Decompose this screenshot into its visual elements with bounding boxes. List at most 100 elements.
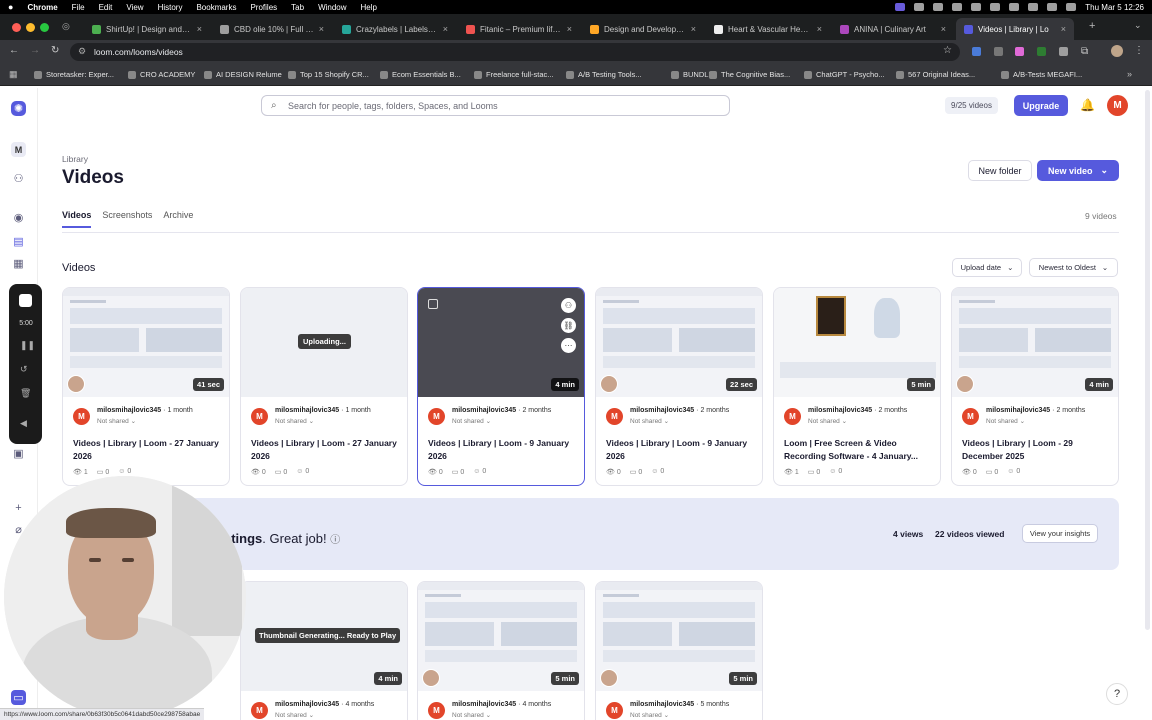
creator-avatar[interactable]: M: [962, 408, 979, 425]
menu-tab[interactable]: Tab: [291, 3, 304, 12]
watch-later-icon[interactable]: ▣: [11, 446, 26, 461]
control-center-icon[interactable]: [1066, 3, 1077, 11]
apps-grid-icon[interactable]: ▦: [9, 69, 18, 80]
share-icon[interactable]: ⚇: [561, 298, 576, 313]
extension-icon[interactable]: [1015, 47, 1024, 56]
notifications-bell-icon[interactable]: 🔔: [1080, 98, 1095, 112]
video-thumbnail[interactable]: 5 min: [418, 582, 584, 691]
creator-avatar[interactable]: M: [73, 408, 90, 425]
video-card[interactable]: Uploading... Mmilosmihajlovic345 · 1 mont…: [240, 287, 408, 486]
search-icon[interactable]: [1047, 3, 1058, 11]
close-tab-icon[interactable]: ×: [1061, 24, 1066, 34]
browser-tab[interactable]: Heart & Vascular Health ×: [706, 18, 830, 40]
creator-name[interactable]: milosmihajlovic345: [452, 701, 516, 708]
video-title[interactable]: Videos | Library | Loom - 27 January 202…: [251, 437, 401, 463]
share-status-dropdown[interactable]: Not shared ⌄: [97, 417, 136, 425]
creator-name[interactable]: milosmihajlovic345: [275, 701, 339, 708]
bookmark-item[interactable]: Freelance full-stac...: [474, 70, 554, 79]
menu-file[interactable]: File: [72, 3, 85, 12]
library-icon[interactable]: ▤: [11, 234, 26, 249]
pinned-tab-icon[interactable]: ◎: [62, 21, 70, 32]
creator-name[interactable]: milosmihajlovic345: [808, 407, 872, 414]
creator-name[interactable]: milosmihajlovic345: [986, 407, 1050, 414]
close-tab-icon[interactable]: ×: [691, 24, 696, 34]
for-you-icon[interactable]: ◉: [11, 210, 26, 225]
bookmark-item[interactable]: A/B-Tests MEGAFI...: [1001, 70, 1082, 79]
tab-search-icon[interactable]: ⌄: [1134, 20, 1142, 31]
share-status-dropdown[interactable]: Not shared ⌄: [275, 417, 314, 425]
input-source-icon[interactable]: [990, 3, 1001, 11]
browser-tab[interactable]: Fitanic – Premium lifest ×: [458, 18, 580, 40]
video-card[interactable]: Thumbnail Generating... Ready to Play 4 m…: [240, 581, 408, 720]
site-info-icon[interactable]: ⚙: [78, 46, 86, 57]
share-status-dropdown[interactable]: Not shared ⌄: [630, 711, 669, 719]
menu-window[interactable]: Window: [318, 3, 346, 12]
forward-button[interactable]: →: [30, 45, 40, 56]
creator-avatar[interactable]: M: [428, 702, 445, 719]
share-status-dropdown[interactable]: Not shared ⌄: [452, 417, 491, 425]
creator-name[interactable]: milosmihajlovic345: [452, 407, 516, 414]
tab-screenshots[interactable]: Screenshots: [102, 210, 152, 228]
extension-icon[interactable]: [994, 47, 1003, 56]
share-status-dropdown[interactable]: Not shared ⌄: [452, 711, 491, 719]
share-status-dropdown[interactable]: Not shared ⌄: [986, 417, 1025, 425]
video-title[interactable]: Videos | Library | Loom - 27 January 202…: [73, 437, 223, 463]
creator-avatar[interactable]: M: [251, 702, 268, 719]
video-title[interactable]: Videos | Library | Loom - 9 January 2026: [428, 437, 578, 463]
close-tab-icon[interactable]: ×: [567, 24, 572, 34]
video-card[interactable]: 4 min ⚇ ⛓ ⋯ Mmilosmihajlovic345 · 2 months No…: [417, 287, 585, 486]
record-icon[interactable]: [971, 3, 982, 11]
browser-tab[interactable]: Design and Developme ×: [582, 18, 704, 40]
video-thumbnail[interactable]: 22 sec: [596, 288, 762, 397]
browser-tab[interactable]: Crazylabels | Labels be ×: [334, 18, 456, 40]
menu-profiles[interactable]: Profiles: [250, 3, 277, 12]
bookmark-item[interactable]: A/B Testing Tools...: [566, 70, 642, 79]
video-card[interactable]: 41 sec Mmilosmihajlovic345 · 1 month Not s…: [62, 287, 230, 486]
bookmark-star-icon[interactable]: ☆: [943, 45, 952, 56]
menu-edit[interactable]: Edit: [99, 3, 113, 12]
browser-tab[interactable]: Videos | Library | Lo ×: [956, 18, 1074, 40]
close-tab-icon[interactable]: ×: [197, 24, 202, 34]
restart-icon[interactable]: ↺: [20, 364, 28, 375]
creator-avatar[interactable]: M: [784, 408, 801, 425]
creator-name[interactable]: milosmihajlovic345: [630, 701, 694, 708]
more-options-icon[interactable]: ⋯: [561, 338, 576, 353]
menu-bookmarks[interactable]: Bookmarks: [196, 3, 236, 12]
menu-history[interactable]: History: [158, 3, 183, 12]
view-insights-button[interactable]: View your insights: [1022, 524, 1098, 543]
video-card[interactable]: 4 min Mmilosmihajlovic345 · 2 months Not s…: [951, 287, 1119, 486]
moon-icon[interactable]: [933, 3, 944, 11]
extensions-puzzle-icon[interactable]: ⧉: [1081, 46, 1088, 57]
close-tab-icon[interactable]: ×: [319, 24, 324, 34]
minimize-window-button[interactable]: [26, 23, 35, 32]
video-thumbnail[interactable]: 5 min: [774, 288, 940, 397]
bookmark-item[interactable]: CRO ACADEMY: [128, 70, 195, 79]
bookmarks-overflow-icon[interactable]: »: [1127, 69, 1132, 79]
new-tab-button[interactable]: +: [1089, 20, 1095, 32]
profile-avatar[interactable]: [1111, 45, 1123, 57]
video-thumbnail[interactable]: 4 min: [952, 288, 1118, 397]
wifi-icon[interactable]: [1028, 3, 1039, 11]
video-card[interactable]: 22 sec Mmilosmihajlovic345 · 2 months Not …: [595, 287, 763, 486]
creator-avatar[interactable]: M: [606, 702, 623, 719]
creator-avatar[interactable]: M: [251, 408, 268, 425]
sort-field-dropdown[interactable]: Upload date ⌄: [952, 258, 1022, 277]
creator-avatar[interactable]: M: [428, 408, 445, 425]
new-video-button[interactable]: New video ⌄: [1037, 160, 1119, 181]
reload-button[interactable]: ↻: [51, 45, 59, 56]
creator-name[interactable]: milosmihajlovic345: [630, 407, 694, 414]
video-thumbnail[interactable]: 41 sec: [63, 288, 229, 397]
battery-icon[interactable]: [1009, 3, 1020, 11]
new-folder-button[interactable]: New folder: [968, 160, 1032, 181]
share-status-dropdown[interactable]: Not shared ⌄: [275, 711, 314, 719]
video-title[interactable]: Videos | Library | Loom - 29 December 20…: [962, 437, 1112, 463]
chrome-menu-icon[interactable]: ⋮: [1134, 45, 1144, 56]
clock[interactable]: Thu Mar 5 12:26: [1085, 3, 1144, 12]
select-checkbox[interactable]: [428, 299, 438, 309]
bookmark-item[interactable]: Ecom Essentials B...: [380, 70, 461, 79]
video-thumbnail[interactable]: Thumbnail Generating... Ready to Play 4 m…: [241, 582, 407, 691]
upgrade-button[interactable]: Upgrade: [1014, 95, 1068, 116]
info-icon[interactable]: ⓘ: [330, 535, 340, 546]
share-status-dropdown[interactable]: Not shared ⌄: [808, 417, 847, 425]
extension-icon[interactable]: [1059, 47, 1068, 56]
